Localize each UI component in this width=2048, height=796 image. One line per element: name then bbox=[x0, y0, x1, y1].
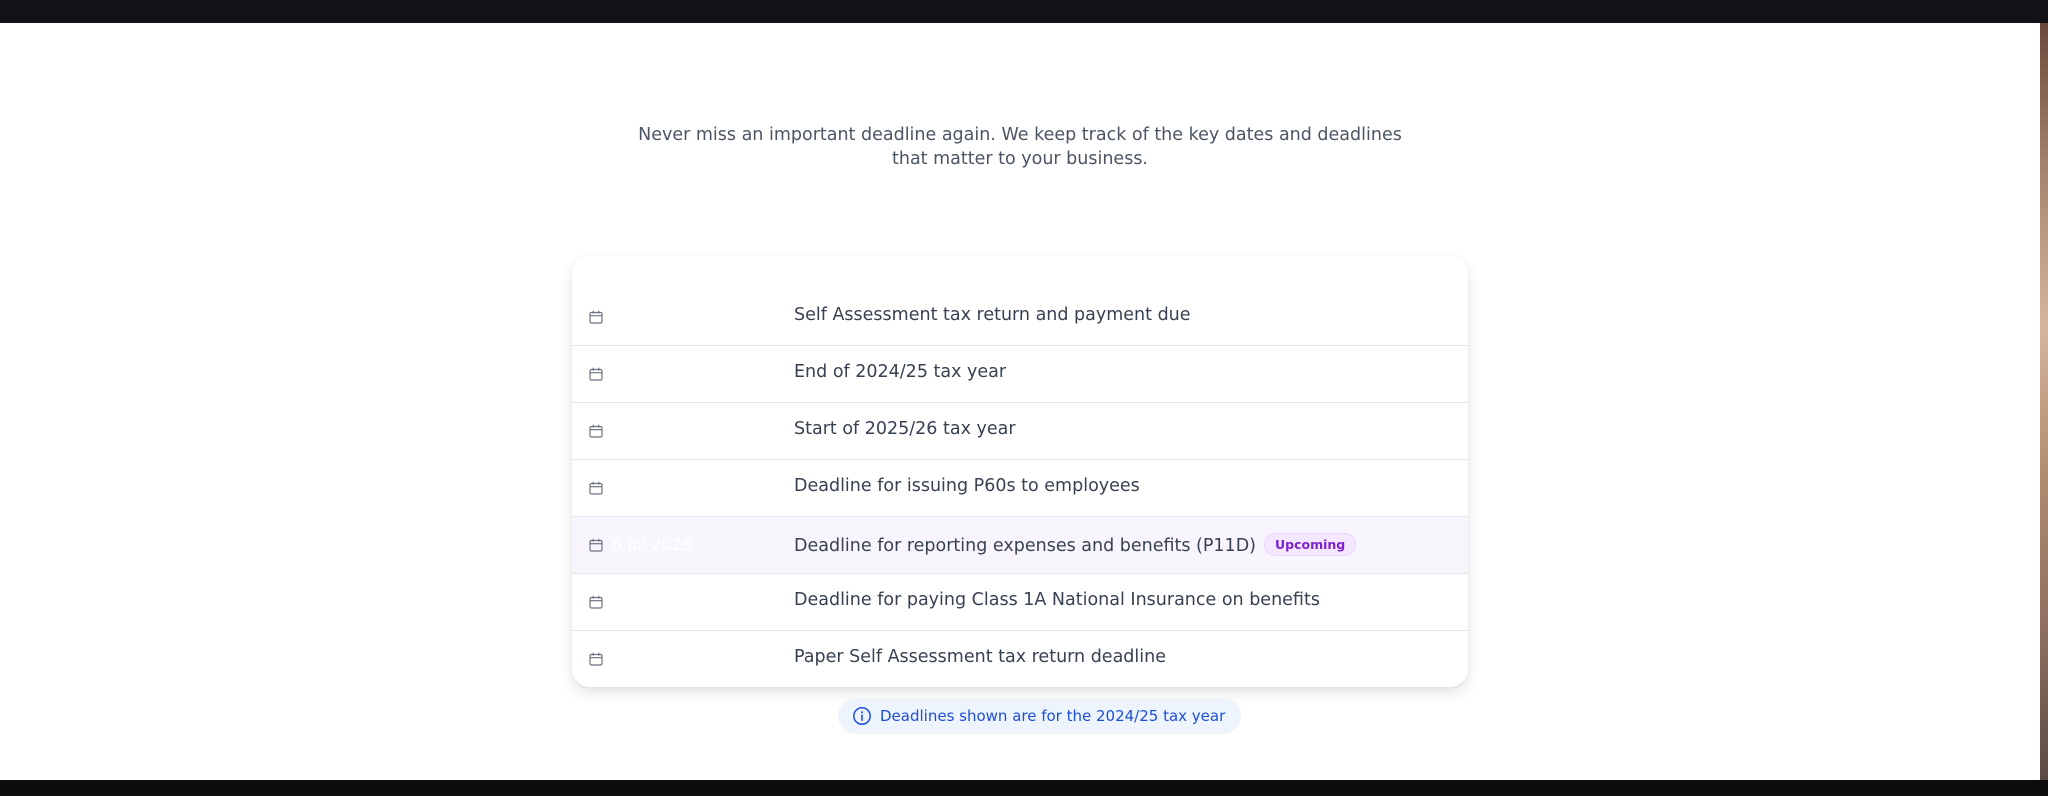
page: Never miss an important deadline again. … bbox=[0, 23, 2040, 780]
deadline-title: Deadline for issuing P60s to employees bbox=[794, 476, 1140, 496]
deadline-title: Paper Self Assessment tax return deadlin… bbox=[794, 647, 1166, 667]
deadline-row-upcoming[interactable]: 6 Jul 2025 Deadline for reporting expens… bbox=[572, 517, 1468, 574]
deadlines-card: Self Assessment tax return and payment d… bbox=[572, 255, 1468, 687]
info-icon bbox=[853, 707, 871, 725]
deadline-title: Deadline for reporting expenses and bene… bbox=[794, 536, 1256, 556]
tax-year-note-text: Deadlines shown are for the 2024/25 tax … bbox=[880, 707, 1226, 725]
deadline-row[interactable]: End of 2024/25 tax year bbox=[572, 346, 1468, 403]
deadline-title: Self Assessment tax return and payment d… bbox=[794, 305, 1191, 325]
deadline-title: Start of 2025/26 tax year bbox=[794, 419, 1016, 439]
calendar-icon bbox=[589, 652, 603, 666]
tax-year-note: Deadlines shown are for the 2024/25 tax … bbox=[838, 698, 1242, 734]
calendar-icon bbox=[589, 481, 603, 495]
deadline-row[interactable]: Start of 2025/26 tax year bbox=[572, 403, 1468, 460]
upcoming-badge: Upcoming bbox=[1264, 533, 1357, 556]
calendar-icon bbox=[589, 424, 603, 438]
deadline-title: Deadline for paying Class 1A National In… bbox=[794, 590, 1320, 610]
window-edge bbox=[2040, 23, 2048, 780]
deadline-row[interactable]: Deadline for issuing P60s to employees bbox=[572, 460, 1468, 517]
deadline-row[interactable]: Self Assessment tax return and payment d… bbox=[572, 289, 1468, 346]
deadline-title: End of 2024/25 tax year bbox=[794, 362, 1007, 382]
deadline-row[interactable]: Deadline for paying Class 1A National In… bbox=[572, 574, 1468, 631]
calendar-icon bbox=[589, 595, 603, 609]
deadline-title-wrap: Deadline for reporting expenses and bene… bbox=[794, 533, 1357, 556]
deadline-date: 6 Jul 2025 bbox=[612, 535, 693, 554]
calendar-icon bbox=[589, 367, 603, 381]
browser-top-bar bbox=[0, 0, 2048, 23]
intro-text: Never miss an important deadline again. … bbox=[638, 125, 1402, 169]
calendar-icon bbox=[589, 310, 603, 324]
calendar-icon bbox=[589, 538, 603, 552]
deadline-row[interactable]: Paper Self Assessment tax return deadlin… bbox=[572, 631, 1468, 687]
browser-bottom-bar bbox=[0, 780, 2048, 796]
